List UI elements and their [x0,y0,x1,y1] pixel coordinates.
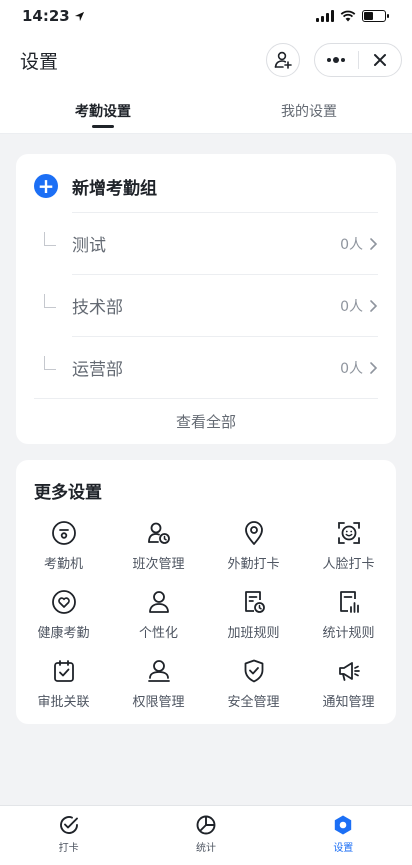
grid-item-label: 健康考勤 [37,626,90,641]
more-settings-card: 更多设置 考勤机 班次管理 外勤打卡 人脸打卡 健康考勤 个性化 加班规则 统计… [16,460,396,724]
group-item-tech[interactable]: 技术部 0人 [16,274,396,336]
group-count: 0人 [340,360,363,377]
tab-label: 考勤设置 [75,103,131,120]
face-check-in-button[interactable]: 人脸打卡 [301,519,396,572]
personalization-button[interactable]: 个性化 [111,588,206,641]
mini-program-capsule [314,43,402,77]
grid-item-label: 外勤打卡 [227,557,280,572]
grid-item-label: 通知管理 [322,695,375,710]
grid-item-label: 人脸打卡 [322,557,375,572]
group-name: 测试 [72,236,106,256]
grid-item-label: 考勤机 [43,557,83,572]
add-member-button[interactable] [266,43,300,77]
bottom-nav-check-in[interactable]: 打卡 [0,814,137,865]
field-check-in-button[interactable]: 外勤打卡 [206,519,301,572]
shift-management-icon [145,519,173,547]
add-group-label: 新增考勤组 [72,178,157,199]
attendance-machine-button[interactable]: 考勤机 [16,519,111,572]
grid-item-label: 班次管理 [132,557,185,572]
more-settings-grid: 考勤机 班次管理 外勤打卡 人脸打卡 健康考勤 个性化 加班规则 统计规则 审批… [16,519,396,710]
grid-item-label: 个性化 [138,626,178,641]
view-all-button[interactable]: 查看全部 [34,398,378,444]
notification-management-button[interactable]: 通知管理 [301,657,396,710]
add-icon: + [34,174,58,198]
check-in-icon [59,816,78,834]
bottom-nav-statistics[interactable]: 统计 [137,814,274,865]
chevron-right-icon [370,361,378,374]
grid-item-label: 审批关联 [37,695,90,710]
status-time: 14:23 [22,7,85,25]
permission-icon [145,657,173,685]
overtime-rules-button[interactable]: 加班规则 [206,588,301,641]
attendance-groups-card: + 新增考勤组 测试 0人 技术部 0人 运营部 0人 查看全部 [16,154,396,444]
bottom-nav-label: 打卡 [58,843,79,854]
more-settings-title: 更多设置 [34,483,102,503]
approval-link-button[interactable]: 审批关联 [16,657,111,710]
person-icon [145,588,173,616]
group-item-operations[interactable]: 运营部 0人 [16,336,396,398]
grid-item-label: 安全管理 [227,695,280,710]
status-time-text: 14:23 [22,7,70,25]
status-indicators [316,10,389,22]
grid-item-label: 权限管理 [132,695,185,710]
group-count: 0人 [340,236,363,253]
grid-item-label: 统计规则 [322,626,375,641]
add-person-icon [274,51,292,69]
group-name: 运营部 [72,360,123,380]
location-pin-icon [240,519,268,547]
wifi-icon [340,10,356,22]
bottom-nav-label: 统计 [195,843,216,854]
statistics-icon [196,815,216,835]
location-arrow-icon [74,11,84,21]
grid-item-label: 加班规则 [227,626,280,641]
stats-rule-icon [335,588,363,616]
chevron-right-icon [370,299,378,312]
tree-branch-icon [44,232,56,246]
shield-icon [240,657,268,685]
tree-branch-icon [44,294,56,308]
tab-my-settings[interactable]: 我的设置 [206,88,412,133]
megaphone-icon [335,657,363,685]
page-title: 设置 [20,50,59,73]
nav-actions [266,43,402,77]
more-options-button[interactable] [315,44,358,76]
gear-icon [335,815,352,835]
bottom-nav-label: 设置 [333,843,354,854]
face-scan-icon [335,519,363,547]
bottom-nav: 打卡 统计 设置 [0,805,412,865]
chevron-right-icon [370,237,378,250]
tab-label: 我的设置 [281,103,337,120]
bottom-nav-settings[interactable]: 设置 [275,814,412,865]
signal-icon [316,10,334,22]
permission-management-button[interactable]: 权限管理 [111,657,206,710]
add-attendance-group-button[interactable]: + 新增考勤组 [16,160,396,212]
group-count: 0人 [340,298,363,315]
nav-bar: 设置 [0,32,412,88]
close-icon [373,54,386,66]
battery-icon [362,10,389,22]
approval-icon [50,657,78,685]
group-name: 技术部 [72,298,123,318]
security-management-button[interactable]: 安全管理 [206,657,301,710]
status-bar: 14:23 [0,0,412,32]
heart-icon [50,588,78,616]
health-attendance-button[interactable]: 健康考勤 [16,588,111,641]
more-dots-icon [327,57,346,63]
settings-tabs: 考勤设置 我的设置 [0,88,412,134]
shift-management-button[interactable]: 班次管理 [111,519,206,572]
tab-attendance-settings[interactable]: 考勤设置 [0,88,206,133]
close-button[interactable] [359,44,402,76]
attendance-machine-icon [50,519,78,547]
tree-branch-icon [44,356,56,370]
statistics-rules-button[interactable]: 统计规则 [301,588,396,641]
overtime-rule-icon [240,588,268,616]
group-item-test[interactable]: 测试 0人 [16,212,396,274]
